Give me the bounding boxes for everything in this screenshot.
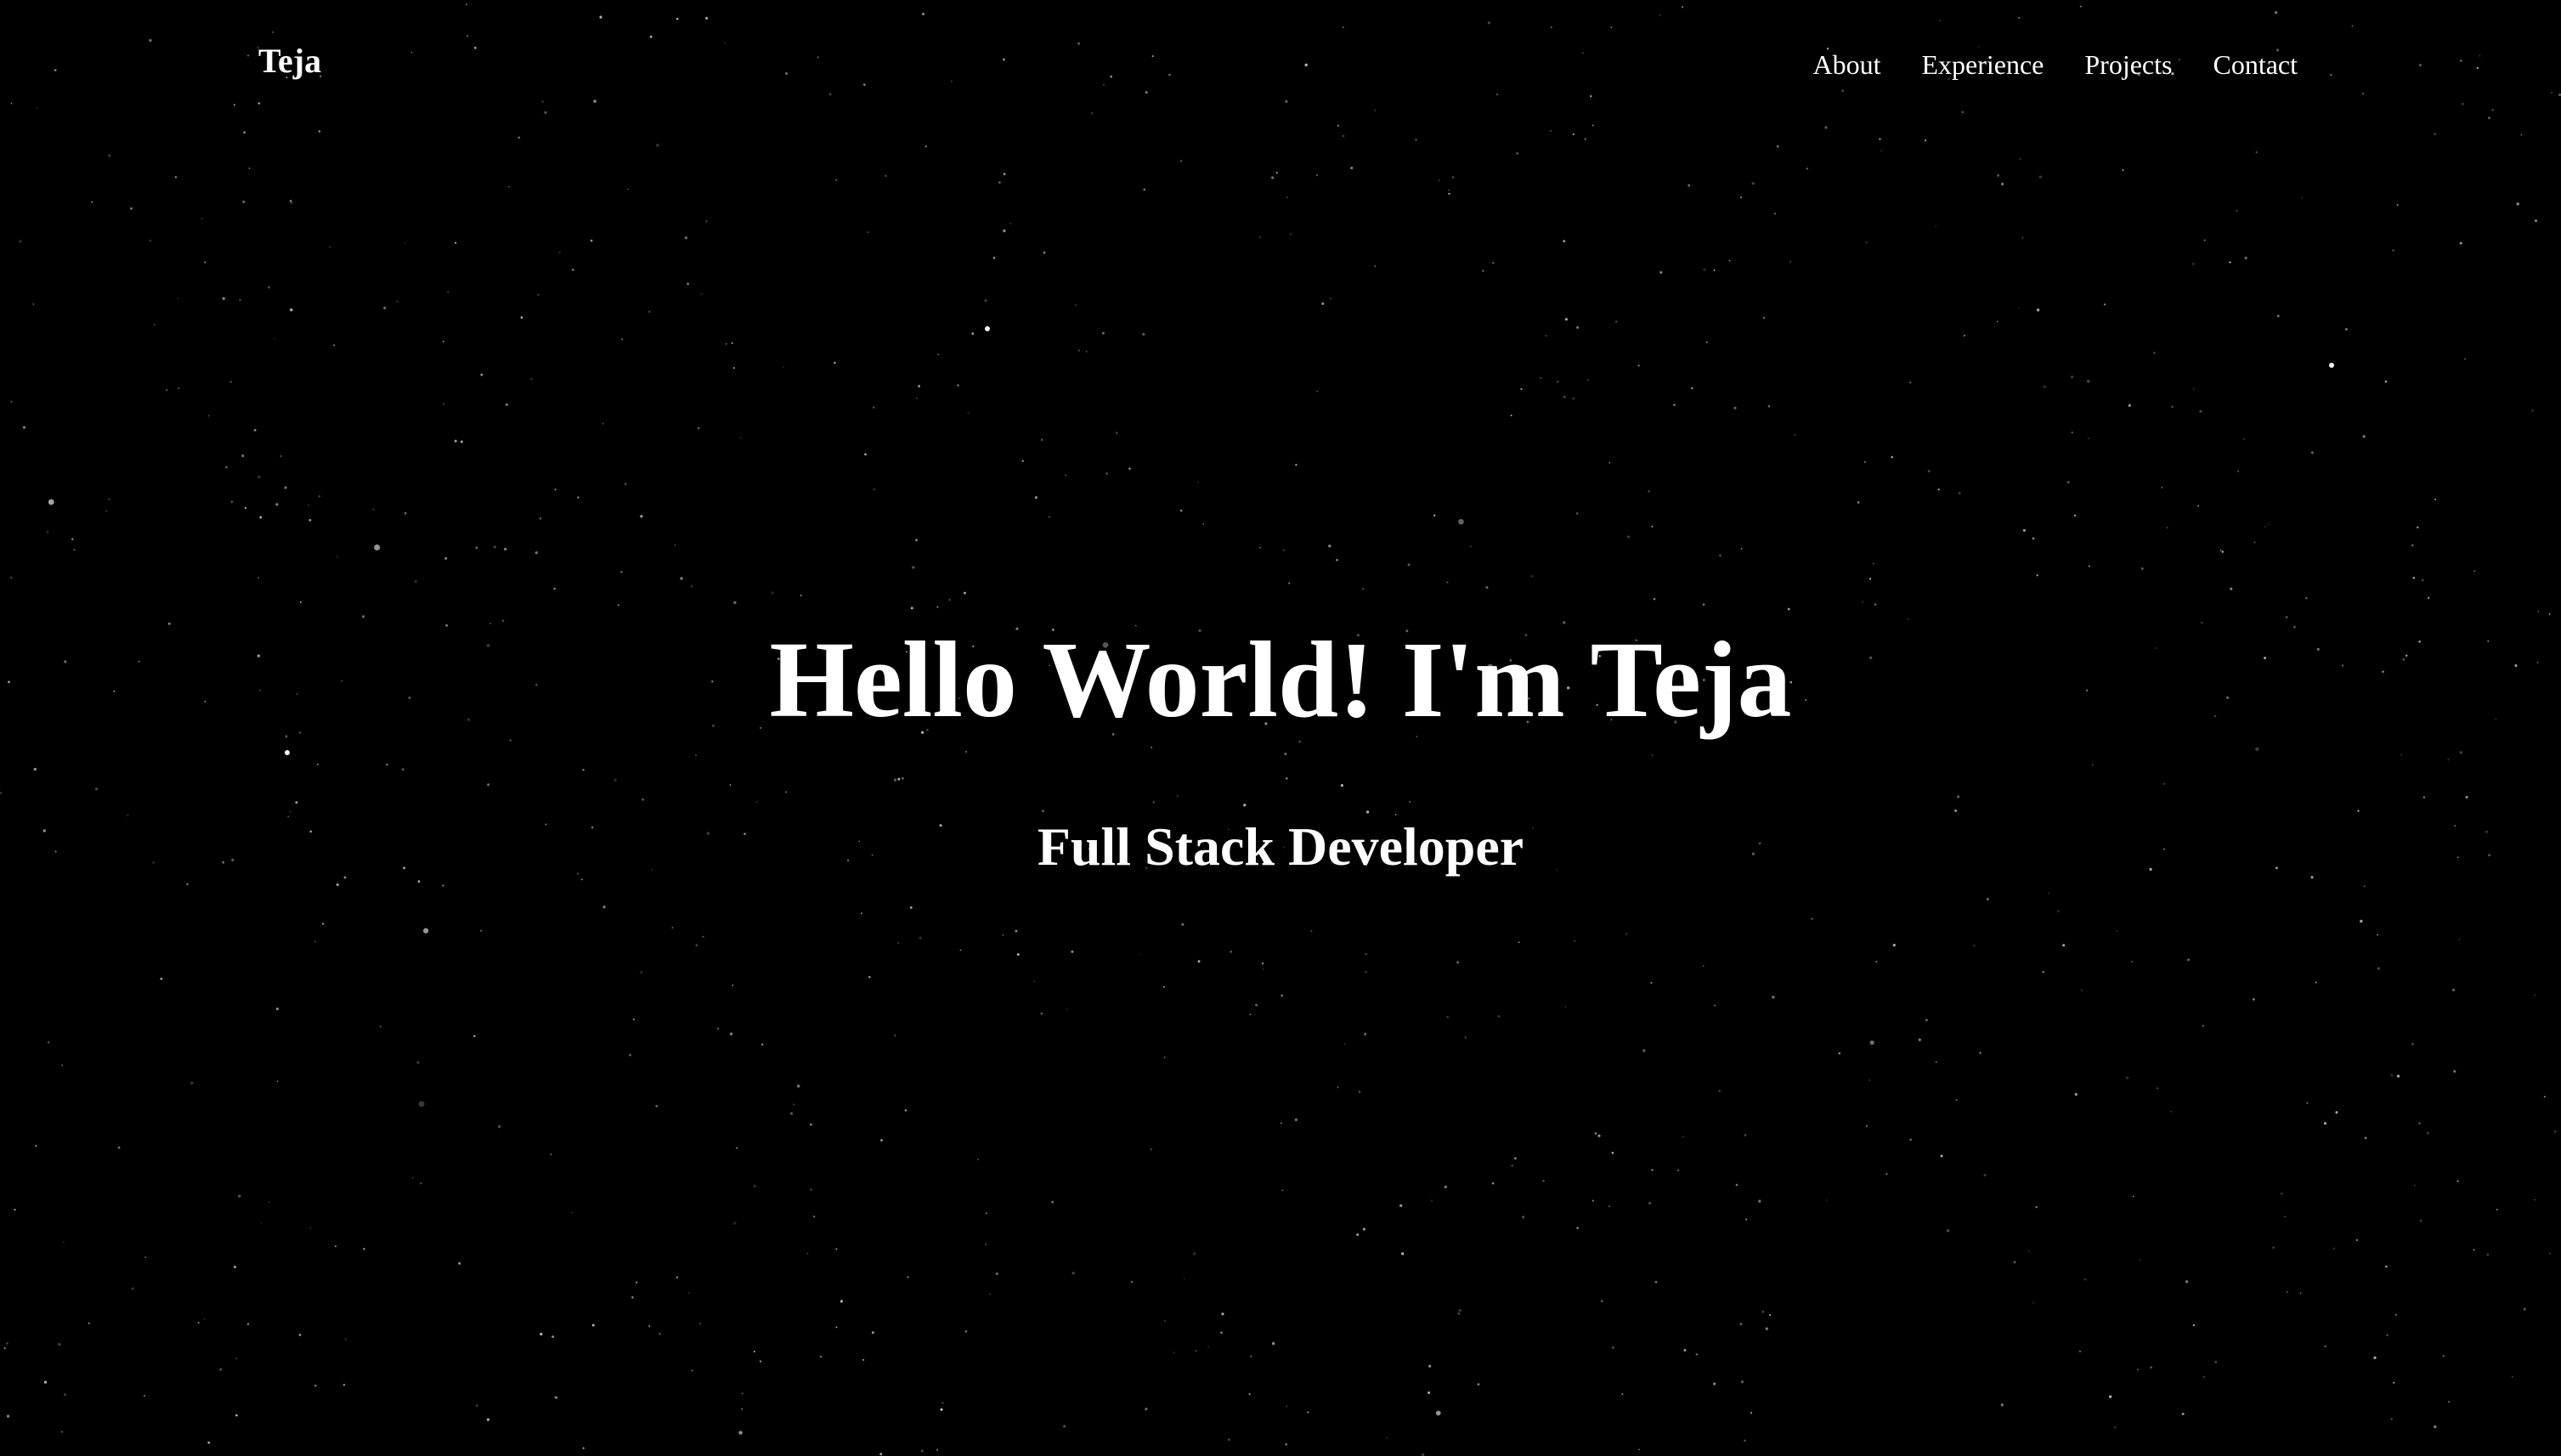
nav-link-about[interactable]: About xyxy=(1812,51,1880,78)
hero-subtitle: Full Stack Developer xyxy=(1037,816,1524,877)
nav-link-projects[interactable]: Projects xyxy=(2084,51,2172,78)
nav-link-contact[interactable]: Contact xyxy=(2213,51,2298,78)
hero-section: Hello World! I'm Teja Full Stack Develop… xyxy=(0,0,2561,1456)
brand-logo[interactable]: Teja xyxy=(258,44,321,78)
nav-link-experience[interactable]: Experience xyxy=(1921,51,2044,78)
nav-links: About Experience Projects Contact xyxy=(1812,51,2298,78)
hero-title: Hello World! I'm Teja xyxy=(769,619,1792,740)
navbar: Teja About Experience Projects Contact xyxy=(0,0,2561,144)
